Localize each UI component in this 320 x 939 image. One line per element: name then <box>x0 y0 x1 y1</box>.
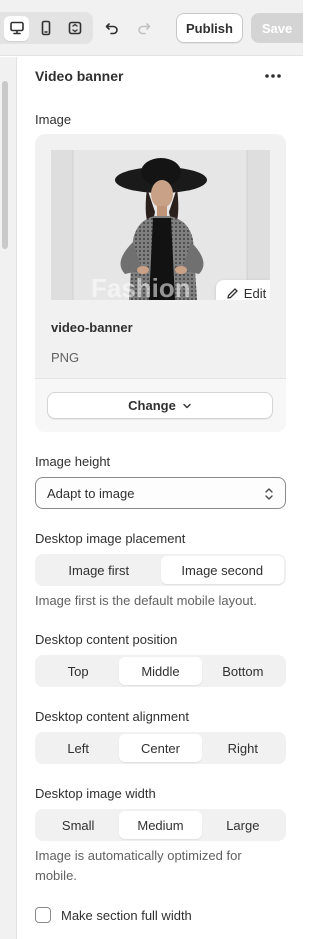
segment-left[interactable]: Left <box>37 734 119 762</box>
mobile-preview-button[interactable] <box>33 16 58 41</box>
full-width-option[interactable]: Make section full width <box>35 905 192 925</box>
chevron-down-icon <box>183 403 191 408</box>
segment-middle[interactable]: Middle <box>119 657 202 685</box>
segment-center[interactable]: Center <box>119 734 202 762</box>
device-preview-toggle <box>0 12 93 44</box>
publish-button[interactable]: Publish <box>176 13 243 43</box>
undo-button[interactable] <box>100 16 124 40</box>
edit-label: Edit <box>243 285 267 301</box>
image-height-select[interactable]: Adapt to image <box>35 477 286 509</box>
content-position-label: Desktop content position <box>35 632 178 647</box>
top-toolbar: Publish Save <box>0 0 303 56</box>
image-picker-card: Fashion Edit video-banner PNG Change <box>35 134 286 432</box>
thumbnail-watermark: Fashion <box>91 273 191 300</box>
section-settings-panel: Video banner Image Fashion Edit video-ba… <box>17 57 303 939</box>
content-alignment-label: Desktop content alignment <box>35 709 189 724</box>
change-label: Change <box>128 398 176 413</box>
image-placement-segmented: Image first Image second <box>35 554 286 586</box>
fashion-model-image: Fashion <box>51 150 270 300</box>
image-thumbnail[interactable]: Fashion Edit <box>51 150 270 300</box>
segment-small[interactable]: Small <box>37 811 119 839</box>
redo-button[interactable] <box>132 16 156 40</box>
desktop-preview-button[interactable] <box>4 15 29 41</box>
segment-bottom[interactable]: Bottom <box>202 657 284 685</box>
change-image-button[interactable]: Change <box>47 392 273 419</box>
image-label: Image <box>35 112 72 127</box>
full-width-checkbox[interactable] <box>35 907 51 923</box>
segment-medium[interactable]: Medium <box>119 811 202 839</box>
segment-right[interactable]: Right <box>202 734 284 762</box>
select-chevron-icon <box>265 488 273 500</box>
segment-image-first[interactable]: Image first <box>37 556 161 584</box>
desktop-icon <box>9 21 24 35</box>
fullscreen-preview-button[interactable] <box>62 16 87 41</box>
image-placement-label: Desktop image placement <box>35 531 186 546</box>
save-button[interactable]: Save <box>251 13 303 43</box>
pencil-icon <box>227 287 238 299</box>
left-sidebar-edge <box>0 57 17 939</box>
image-card-footer: Change <box>35 378 286 432</box>
image-height-value: Adapt to image <box>47 485 135 501</box>
mobile-icon <box>41 20 50 36</box>
content-position-segmented: Top Middle Bottom <box>35 655 286 687</box>
image-height-label: Image height <box>35 454 111 469</box>
scrollbar-thumb[interactable] <box>2 81 8 249</box>
content-alignment-segmented: Left Center Right <box>35 732 286 764</box>
segment-top[interactable]: Top <box>37 657 119 685</box>
fullscreen-icon <box>68 21 81 35</box>
image-placement-help: Image first is the default mobile layout… <box>35 593 257 608</box>
redo-icon <box>138 23 151 35</box>
segment-large[interactable]: Large <box>202 811 284 839</box>
image-width-segmented: Small Medium Large <box>35 809 286 841</box>
segment-image-second[interactable]: Image second <box>160 556 284 584</box>
image-width-label: Desktop image width <box>35 786 156 801</box>
image-file-name: video-banner <box>51 320 133 335</box>
edit-image-button[interactable]: Edit <box>216 280 270 300</box>
image-width-help: Image is automatically optimized for mob… <box>35 848 242 883</box>
more-actions-button[interactable] <box>262 65 284 87</box>
image-file-type: PNG <box>51 350 80 365</box>
undo-icon <box>105 23 118 35</box>
panel-title: Video banner <box>35 68 124 84</box>
full-width-label: Make section full width <box>61 907 192 923</box>
more-horizontal-icon <box>265 74 281 78</box>
